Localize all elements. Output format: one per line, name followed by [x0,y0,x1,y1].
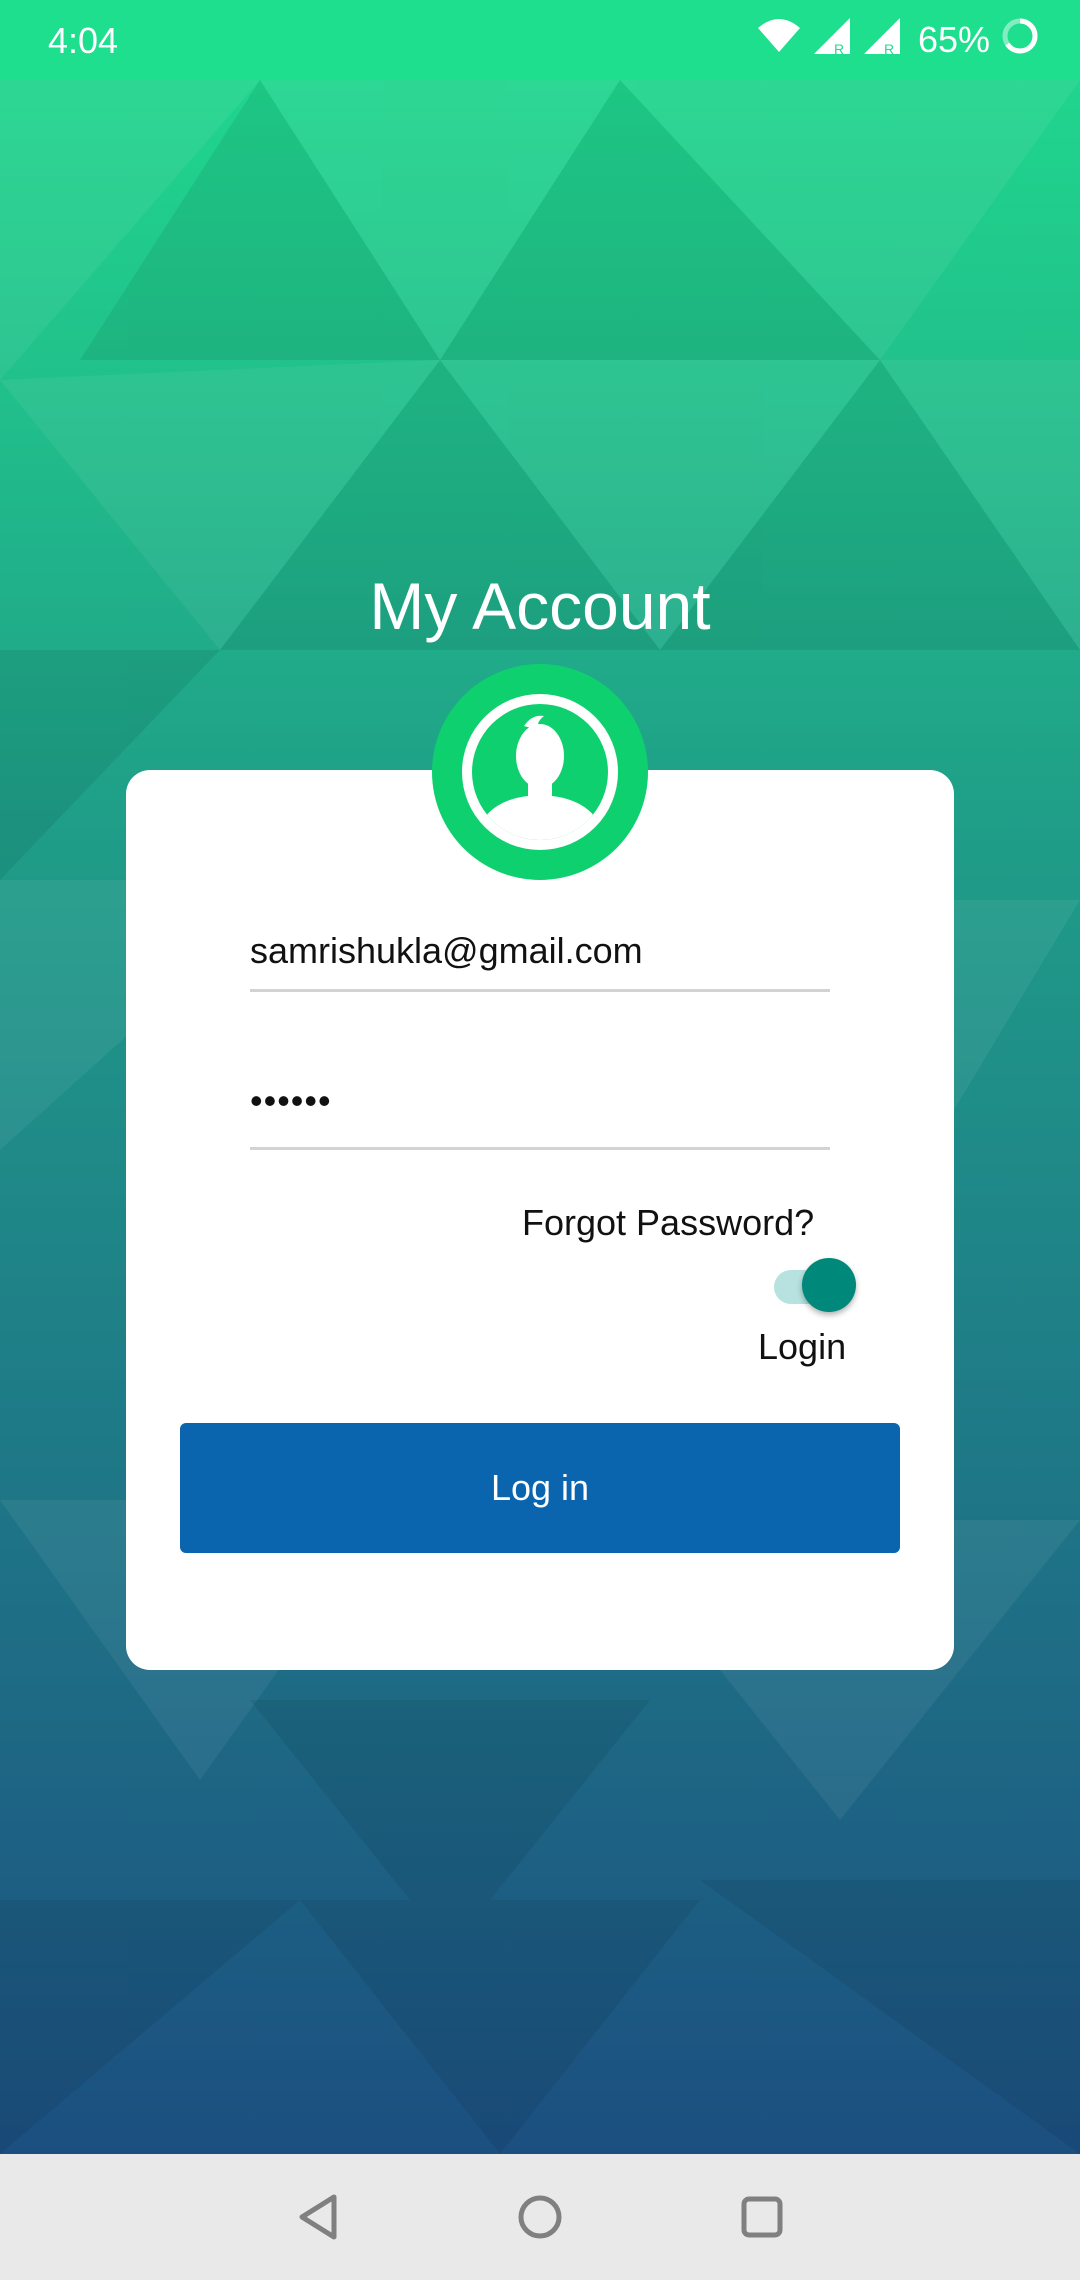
back-triangle-icon [299,2194,337,2240]
toggle-thumb [802,1258,856,1312]
recents-button[interactable] [732,2187,792,2247]
battery-ring-icon [1000,16,1040,65]
signal-icon: R [812,16,852,65]
status-bar: 4:04 R R 65% [0,0,1080,80]
home-button[interactable] [510,2187,570,2247]
recents-square-icon [741,2196,783,2238]
email-value: samrishukla@gmail.com [250,930,643,971]
avatar [432,664,648,880]
login-button[interactable]: Log in [180,1423,900,1553]
wifi-icon [756,16,802,65]
home-circle-icon [518,2195,562,2239]
password-field[interactable] [250,1080,830,1150]
toggle-label: Login [758,1326,847,1367]
navigation-bar [0,2154,1080,2280]
forgot-password-link[interactable]: Forgot Password? [522,1202,814,1244]
battery-percent: 65% [917,19,990,60]
svg-text:R: R [884,41,894,56]
login-button-label: Log in [490,1467,590,1508]
login-toggle[interactable] [770,1256,860,1312]
signal-icon: R [862,16,902,65]
password-value: •••••• [250,1080,332,1121]
status-icons: R R 65% [756,16,1040,65]
status-time: 4:04 [48,20,119,61]
svg-text:R: R [834,41,844,56]
user-silhouette-icon [462,694,618,850]
back-button[interactable] [290,2187,350,2247]
page-title: My Account [369,569,711,643]
